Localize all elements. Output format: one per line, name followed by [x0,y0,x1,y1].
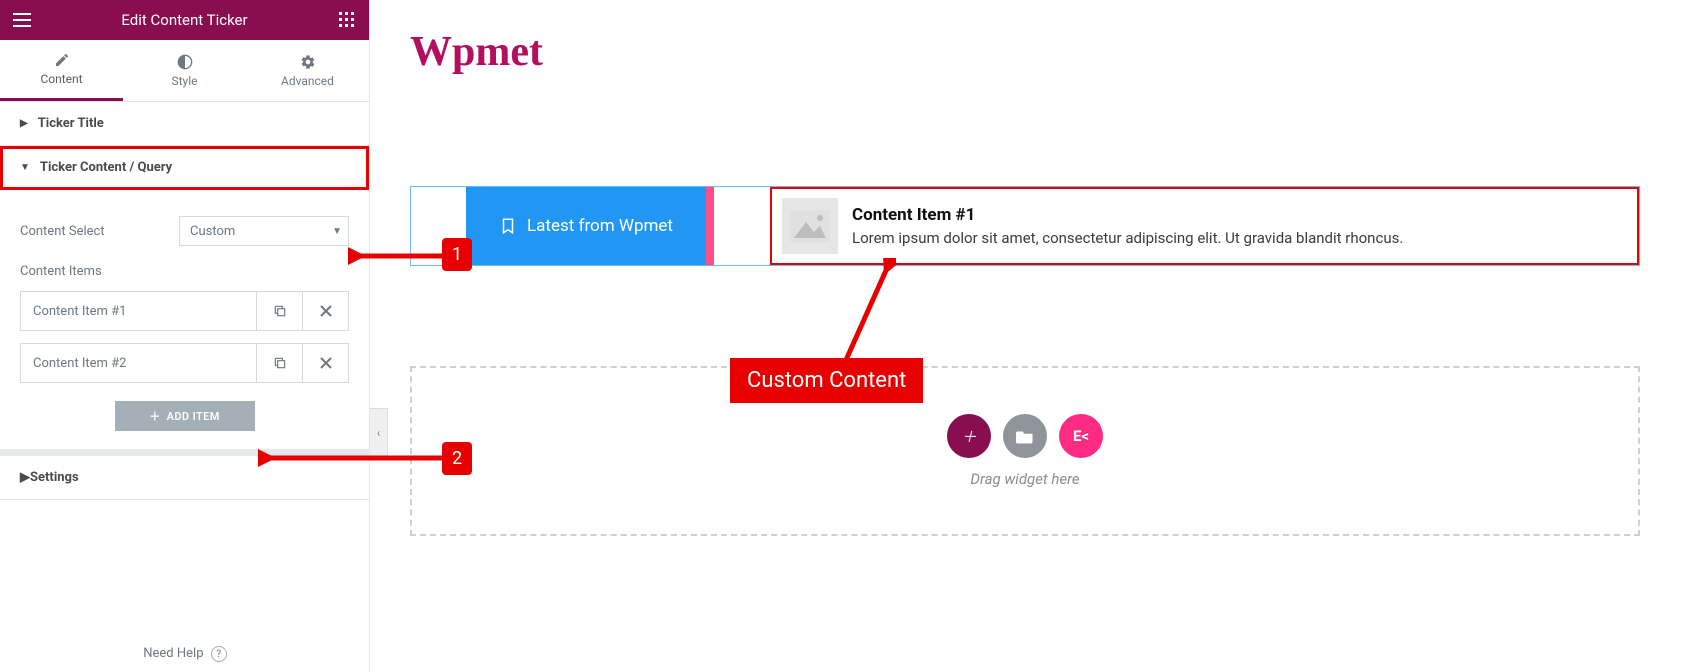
duplicate-button[interactable] [256,344,302,382]
add-widget-icons: ＋ E< [947,414,1103,458]
menu-icon[interactable] [10,8,34,32]
content-select-dropdown[interactable]: Custom ▼ [179,216,349,246]
tab-label: Content [40,72,82,86]
collapse-panel-button[interactable]: ‹ [370,408,388,458]
panel-title: Edit Content Ticker [121,11,247,29]
tab-label: Advanced [281,74,334,88]
tab-content[interactable]: Content [0,40,123,101]
remove-button[interactable] [302,292,348,330]
plus-icon: ＋ [961,426,976,447]
ticker-badge: Latest from Wpmet [466,187,706,265]
ticker-content-controls: Content Select Custom ▼ Content Items Co… [0,190,369,449]
preview-canvas: Wpmet Latest from Wpmet Content Item #1 … [390,0,1698,672]
plus-icon: ＋ [149,408,160,424]
need-help[interactable]: Need Help ? [0,646,370,663]
close-icon [320,305,332,317]
drop-hint: Drag widget here [970,470,1079,488]
chevron-right-icon: ▶ [20,470,30,485]
tab-advanced[interactable]: Advanced [246,40,369,101]
content-item-desc: Lorem ipsum dolor sit amet, consectetur … [852,229,1403,247]
ek-icon: E< [1073,427,1089,445]
widget-dropzone[interactable]: ＋ E< Drag widget here [410,366,1640,536]
section-ticker-content[interactable]: ▼ Ticker Content / Query [0,146,369,190]
item-label: Content Item #2 [21,344,256,382]
tab-label: Style [171,74,197,88]
tab-style[interactable]: Style [123,40,246,101]
section-label: Ticker Content / Query [40,160,172,175]
elementskit-button[interactable]: E< [1059,414,1103,458]
section-label: Ticker Title [38,116,104,131]
content-ticker-widget[interactable]: Latest from Wpmet Content Item #1 Lorem … [410,186,1640,266]
annotation-number-1: 1 [442,238,472,271]
panel-tabs: Content Style Advanced [0,40,369,102]
image-placeholder-icon [782,198,838,254]
add-section-button[interactable]: ＋ [947,414,991,458]
ticker-accent [706,187,714,265]
page-title: Wpmet [410,28,1668,76]
duplicate-button[interactable] [256,292,302,330]
pencil-icon [54,52,70,68]
content-select-label: Content Select [20,224,105,239]
ticker-texts: Content Item #1 Lorem ipsum dolor sit am… [852,205,1403,247]
contrast-icon [177,54,193,70]
chevron-down-icon: ▼ [332,226,342,237]
ticker-content-item[interactable]: Content Item #1 Lorem ipsum dolor sit am… [770,187,1639,265]
list-item[interactable]: Content Item #1 [20,291,349,331]
close-icon [320,357,332,369]
help-icon: ? [211,646,227,662]
section-ticker-title[interactable]: ▶ Ticker Title [0,102,369,146]
gear-icon [300,54,316,70]
content-item-title: Content Item #1 [852,205,1403,225]
template-library-button[interactable] [1003,414,1047,458]
section-label: Settings [30,470,79,485]
panel-header: Edit Content Ticker [0,0,369,40]
apps-icon[interactable] [335,8,359,32]
annotation-number-2: 2 [442,442,472,475]
copy-icon [273,356,287,370]
bookmark-icon [499,217,517,235]
folder-icon [1016,428,1034,444]
remove-button[interactable] [302,344,348,382]
content-items-label: Content Items [20,264,349,279]
list-item[interactable]: Content Item #2 [20,343,349,383]
need-help-label: Need Help [143,646,203,661]
add-item-button[interactable]: ＋ ADD ITEM [115,401,255,431]
chevron-right-icon: ▶ [20,118,28,129]
ticker-badge-text: Latest from Wpmet [527,216,673,236]
add-item-label: ADD ITEM [167,410,220,423]
annotation-callout: Custom Content [730,358,923,403]
item-label: Content Item #1 [21,292,256,330]
select-value: Custom [190,224,235,239]
chevron-down-icon: ▼ [20,162,30,173]
editor-panel: Edit Content Ticker Content Style Advanc… [0,0,370,672]
section-settings[interactable]: ▶ Settings [0,449,369,500]
copy-icon [273,304,287,318]
